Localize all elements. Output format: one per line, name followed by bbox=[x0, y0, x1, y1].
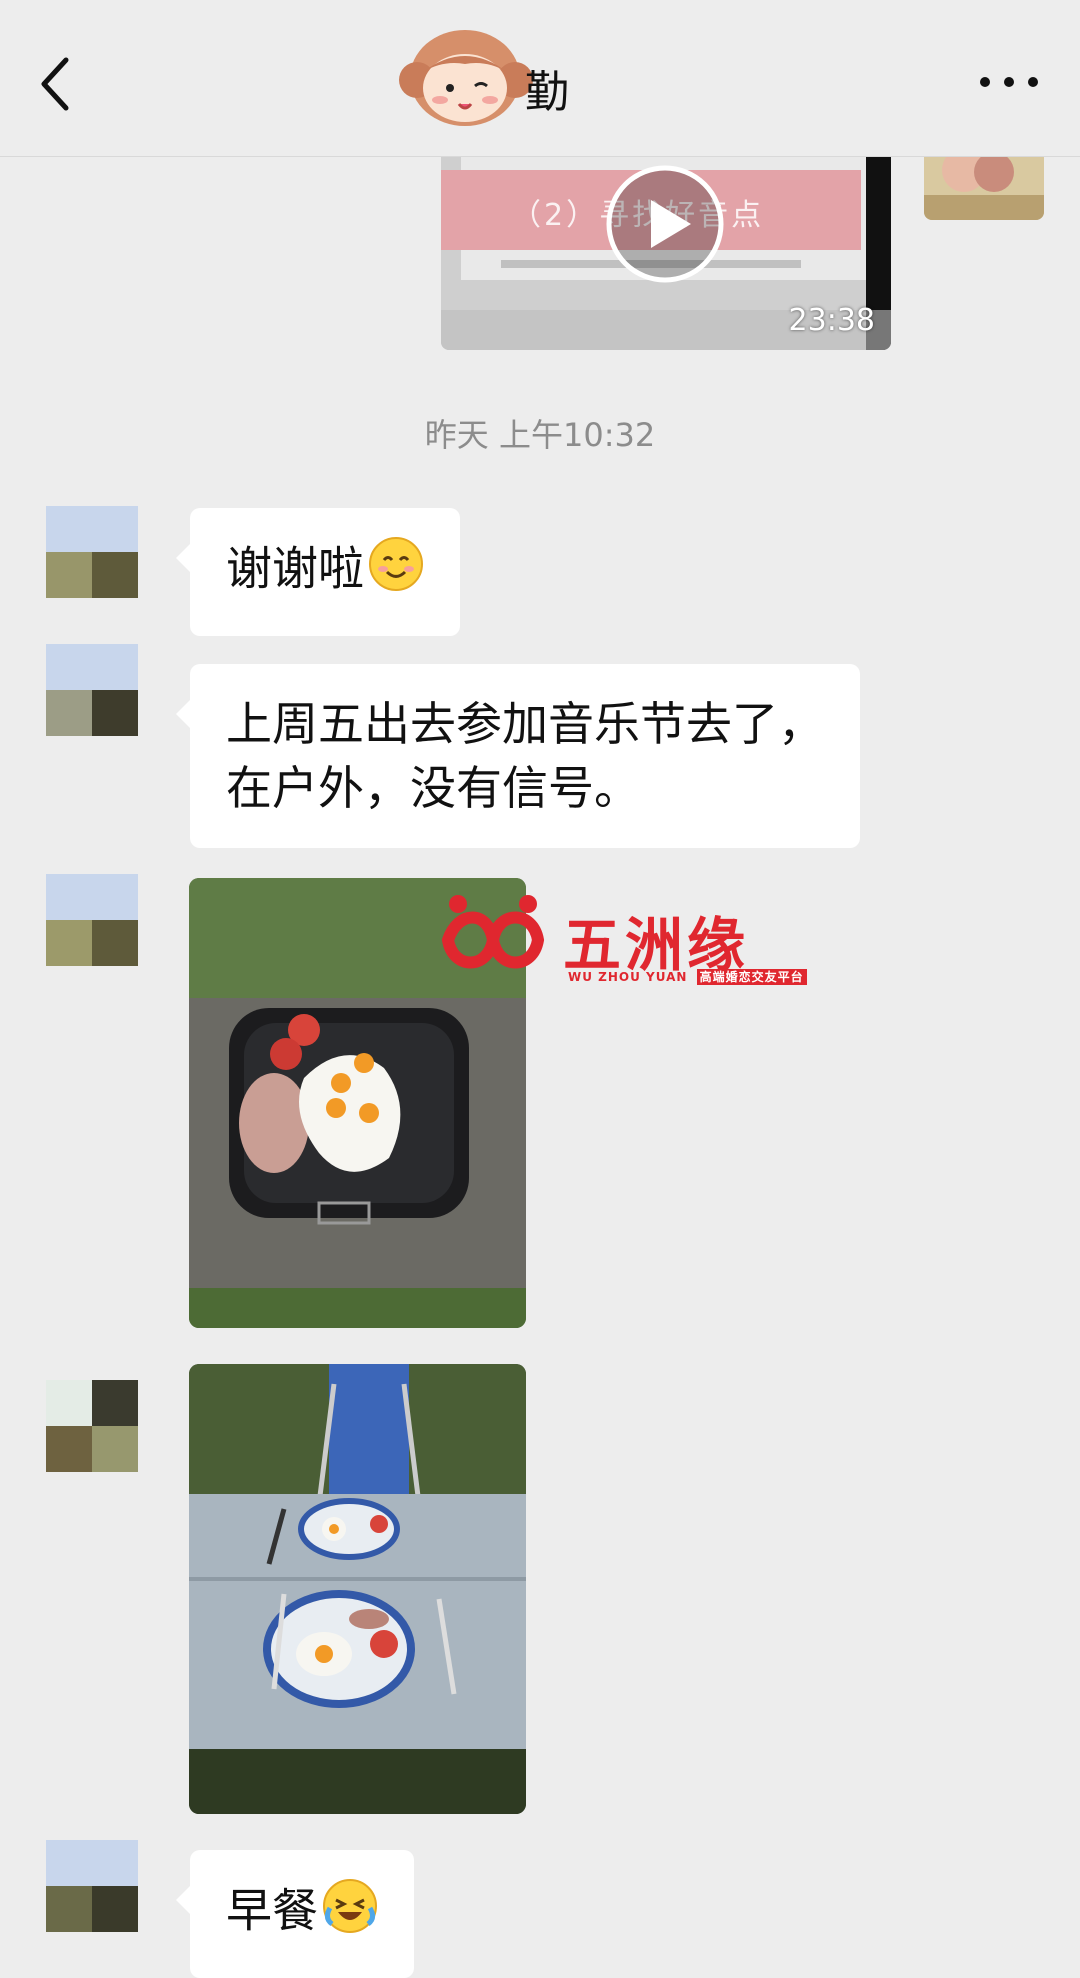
watermark-subtitle: WU ZHOU YUAN 高端婚恋交友平台 bbox=[568, 968, 807, 985]
message-text: 早餐 bbox=[226, 1883, 318, 1938]
smile-emoji-icon bbox=[368, 536, 424, 608]
play-icon[interactable] bbox=[605, 164, 725, 284]
brand-watermark: 五洲缘 WU ZHOU YUAN 高端婚恋交友平台 bbox=[428, 890, 807, 1000]
chat-title-text: 勤 bbox=[525, 67, 569, 118]
message-text-line-2: 在户外，没有信号。 bbox=[226, 761, 640, 815]
message-text: 谢谢啦 bbox=[226, 541, 364, 596]
more-button[interactable] bbox=[974, 60, 1044, 104]
laugh-cry-emoji-icon bbox=[322, 1878, 378, 1950]
infinity-logo-icon bbox=[441, 895, 545, 969]
watermark-sub-right: 高端婚恋交友平台 bbox=[696, 969, 807, 985]
contact-avatar[interactable] bbox=[46, 874, 138, 966]
more-dots-icon bbox=[980, 77, 1038, 87]
chevron-left-icon bbox=[41, 57, 69, 111]
message-bubble[interactable]: 上周五出去参加音乐节去了， 在户外，没有信号。 bbox=[176, 664, 860, 848]
video-duration: 23:38 bbox=[788, 303, 875, 338]
message-bubble[interactable]: 谢谢啦 bbox=[176, 508, 460, 636]
chat-header: 勤 bbox=[0, 0, 1080, 157]
contact-avatar[interactable] bbox=[46, 1380, 138, 1472]
contact-avatar[interactable] bbox=[46, 506, 138, 598]
contact-avatar[interactable] bbox=[46, 644, 138, 736]
message-bubble[interactable]: 早餐 bbox=[176, 1850, 414, 1978]
contact-avatar[interactable] bbox=[46, 1840, 138, 1932]
message-timestamp: 昨天 上午10:32 bbox=[424, 416, 656, 454]
video-message[interactable]: （2）寻找好音点 23:38 bbox=[441, 140, 891, 350]
photo-table-breakfast bbox=[189, 1364, 526, 1814]
back-button[interactable] bbox=[30, 44, 90, 124]
message-text-line-1: 上周五出去参加音乐节去了， bbox=[226, 697, 824, 751]
image-message-table[interactable] bbox=[189, 1364, 526, 1814]
watermark-sub-left: WU ZHOU YUAN bbox=[568, 970, 688, 984]
